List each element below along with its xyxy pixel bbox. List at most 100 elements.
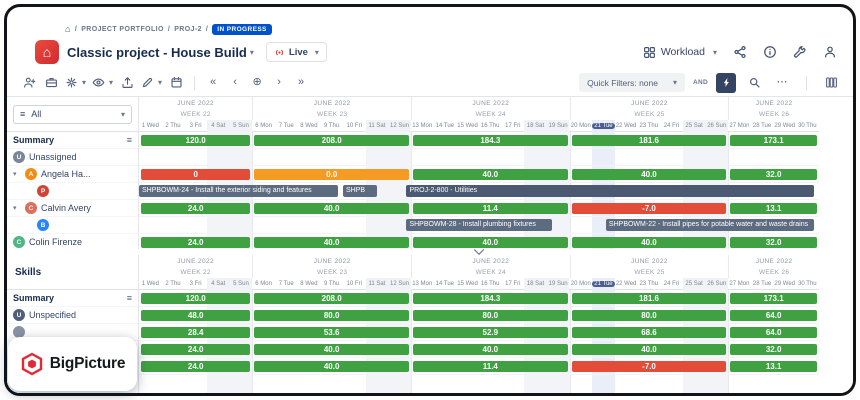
home-icon[interactable]: ⌂: [65, 25, 71, 34]
day-label: 4 Sat: [209, 281, 227, 287]
workload-bar[interactable]: 24.0: [141, 344, 250, 355]
task-bar[interactable]: SHPBOWM-22 - Install pipes for potable w…: [606, 219, 815, 231]
workload-bar[interactable]: 40.0: [572, 344, 727, 355]
workload-bar[interactable]: -7.0: [572, 203, 727, 214]
workload-bar[interactable]: 68.6: [572, 327, 727, 338]
workload-bar[interactable]: 40.0: [572, 169, 727, 180]
calendar-button[interactable]: [166, 73, 186, 93]
day-cell: 25 Sat: [683, 120, 706, 132]
workload-bar[interactable]: 64.0: [730, 310, 817, 321]
workload-bar[interactable]: 173.1: [730, 293, 817, 304]
workload-bar[interactable]: 208.0: [254, 135, 409, 146]
view-select[interactable]: Workload ▾: [643, 46, 717, 59]
workload-bar[interactable]: 208.0: [254, 293, 409, 304]
breadcrumb-project[interactable]: PROJ-2: [174, 26, 202, 33]
sidebar-row-summary[interactable]: Summary≡: [7, 132, 138, 149]
day-label: 11 Sat: [366, 123, 387, 129]
workload-bar[interactable]: 80.0: [413, 310, 568, 321]
workload-bar[interactable]: 40.0: [413, 169, 568, 180]
sidebar-row-person[interactable]: ▾AAngela Ha...: [7, 166, 138, 183]
workload-bar[interactable]: 28.4: [141, 327, 250, 338]
sidebar-row-summary[interactable]: Summary≡: [7, 290, 138, 307]
workload-bar[interactable]: 24.0: [141, 361, 250, 372]
board-columns-button[interactable]: [821, 73, 841, 93]
sidebar-row-person[interactable]: ▾CCalvin Avery: [7, 200, 138, 217]
workload-bar[interactable]: 32.0: [730, 344, 817, 355]
workload-list-icon[interactable]: ≡: [127, 293, 132, 303]
chevron-down-icon[interactable]: ▾: [13, 170, 21, 178]
share-button[interactable]: [733, 45, 747, 59]
breadcrumb-portfolio[interactable]: PROJECT PORTFOLIO: [81, 26, 164, 33]
sidebar-row-person[interactable]: CColin Firenze: [7, 234, 138, 249]
workload-bar[interactable]: 11.4: [413, 361, 568, 372]
workload-bar[interactable]: 120.0: [141, 135, 250, 146]
next-period-button[interactable]: ›: [269, 73, 289, 93]
workload-bar[interactable]: 80.0: [572, 310, 727, 321]
settings-button[interactable]: ▾: [63, 73, 88, 93]
edit-mode-button[interactable]: ▾: [139, 73, 164, 93]
task-bar[interactable]: SHPBOWM-28 - Install plumbing fixtures: [406, 219, 551, 231]
workload-bar[interactable]: 120.0: [141, 293, 250, 304]
workload-bar[interactable]: 32.0: [730, 169, 817, 180]
chevron-down-icon[interactable]: ▾: [250, 48, 254, 57]
workload-bar[interactable]: 0: [141, 169, 250, 180]
workload-bar[interactable]: 48.0: [141, 310, 250, 321]
day-cell: 30 Thu: [796, 278, 819, 290]
workload-bar[interactable]: 80.0: [254, 310, 409, 321]
sidebar-row-tasks[interactable]: B: [7, 217, 138, 234]
workload-bar[interactable]: 0.0: [254, 169, 409, 180]
and-operator-label[interactable]: AND: [693, 79, 708, 86]
infobar-toggle-button[interactable]: [716, 73, 736, 93]
workload-bar[interactable]: 64.0: [730, 327, 817, 338]
quick-filters-select[interactable]: Quick Filters: none ▾: [579, 73, 685, 92]
search-button[interactable]: [744, 73, 764, 93]
add-resource-button[interactable]: [19, 73, 39, 93]
panel-splitter[interactable]: [139, 246, 819, 258]
chevron-down-icon[interactable]: ▾: [13, 204, 21, 212]
workload-bar[interactable]: 40.0: [254, 361, 409, 372]
first-period-button[interactable]: «: [203, 73, 223, 93]
workload-bar[interactable]: 52.9: [413, 327, 568, 338]
task-bar[interactable]: SHPB: [343, 185, 377, 197]
tools-button[interactable]: [793, 45, 807, 59]
workload-bar[interactable]: 53.6: [254, 327, 409, 338]
sidebar-row-skill[interactable]: UUnspecified: [7, 307, 138, 324]
export-button[interactable]: [117, 73, 137, 93]
sidebar-row-person[interactable]: UUnassigned: [7, 149, 138, 166]
box-button[interactable]: [41, 73, 61, 93]
collapse-panel-button[interactable]: [465, 248, 493, 256]
week-label: WEEK 24: [411, 109, 570, 120]
row-label: Unassigned: [29, 152, 77, 162]
resource-filter-select[interactable]: ≡ All ▾: [13, 105, 132, 124]
prev-period-button[interactable]: ‹: [225, 73, 245, 93]
workload-bar[interactable]: -7.0: [572, 361, 727, 372]
workload-bar[interactable]: 184.3: [413, 293, 568, 304]
task-bar[interactable]: SHPBOWM-24 - Install the exterior siding…: [139, 185, 338, 197]
day-label: 18 Sat: [525, 123, 546, 129]
today-scope-button[interactable]: ⊕: [247, 73, 267, 93]
view-options-button[interactable]: ▾: [90, 73, 115, 93]
workload-list-icon[interactable]: ≡: [127, 135, 132, 145]
workload-bar[interactable]: 181.6: [572, 293, 727, 304]
workload-bar[interactable]: 40.0: [254, 344, 409, 355]
info-icon: [763, 45, 777, 59]
info-button[interactable]: [763, 45, 777, 59]
task-bar[interactable]: PROJ-2-800 - Utilities: [406, 185, 814, 197]
workload-bar[interactable]: 40.0: [254, 203, 409, 214]
workload-bar[interactable]: 24.0: [141, 203, 250, 214]
day-label: 19 Sun: [547, 123, 570, 129]
more-button[interactable]: ⋯: [772, 73, 792, 93]
workload-bar[interactable]: 173.1: [730, 135, 817, 146]
day-cell: 17 Fri: [502, 120, 525, 132]
week-label: WEEK 26: [728, 267, 819, 278]
workload-bar[interactable]: 13.1: [730, 361, 817, 372]
workload-bar[interactable]: 40.0: [413, 344, 568, 355]
workload-bar[interactable]: 181.6: [572, 135, 727, 146]
workload-bar[interactable]: 11.4: [413, 203, 568, 214]
sidebar-row-tasks[interactable]: P: [7, 183, 138, 200]
live-button[interactable]: Live ▾: [266, 42, 327, 62]
last-period-button[interactable]: »: [291, 73, 311, 93]
workload-bar[interactable]: 184.3: [413, 135, 568, 146]
profile-button[interactable]: [823, 45, 837, 59]
workload-bar[interactable]: 13.1: [730, 203, 817, 214]
